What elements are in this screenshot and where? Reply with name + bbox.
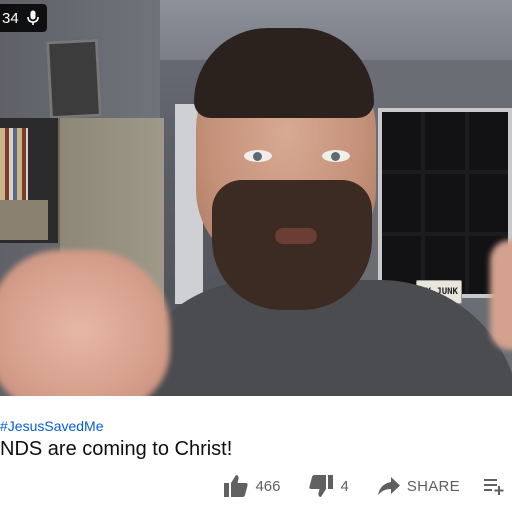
speaker-eye-right [322,150,350,162]
thumb-up-icon [223,474,249,498]
wall-frame [45,38,103,120]
video-player[interactable]: MY JUNK 34 [0,0,512,396]
share-arrow-icon [377,476,401,496]
dislike-button[interactable]: 4 [308,474,349,498]
hashtag-link[interactable]: #JesusSavedMe [0,418,104,434]
speaker-hand-right [490,240,512,350]
video-info-panel: #JesusSavedMe NDS are coming to Christ! … [0,396,512,512]
share-button[interactable]: SHARE [377,476,460,496]
books [0,128,28,200]
mic-icon[interactable] [26,10,39,26]
time-badge: 34 [0,4,47,32]
action-bar: 466 4 SHARE [223,474,512,498]
video-title: NDS are coming to Christ! [0,438,233,460]
time-display: 34 [2,9,19,27]
speaker-eye-left [244,150,272,162]
share-label: SHARE [406,477,460,495]
like-button[interactable]: 466 [223,474,280,498]
speaker-mouth [275,228,317,244]
add-to-playlist-icon [484,477,506,495]
like-count: 466 [255,477,281,495]
speaker-beard [212,180,372,310]
speaker-hand [0,250,170,396]
shelf-board [0,200,48,240]
save-to-playlist-button[interactable] [484,477,506,495]
thumb-down-icon [308,474,334,498]
dislike-count: 4 [340,477,349,495]
